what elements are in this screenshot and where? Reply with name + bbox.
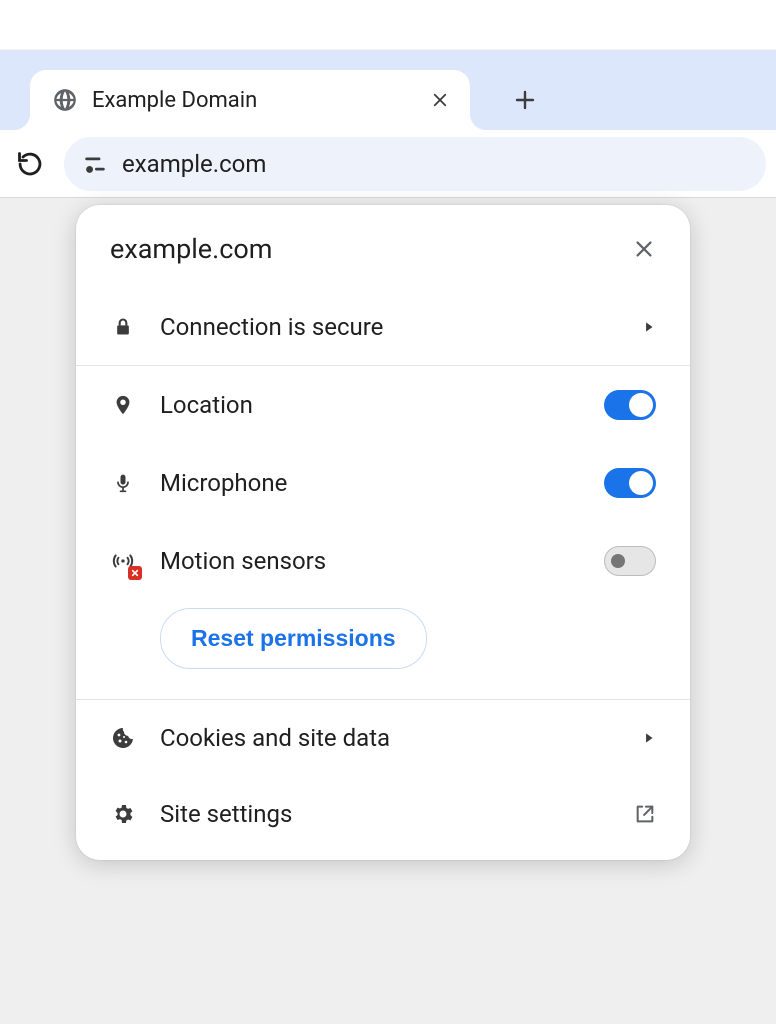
globe-icon (52, 87, 78, 113)
popup-close-button[interactable] (630, 235, 658, 263)
motion-sensors-toggle[interactable] (604, 546, 656, 576)
window-top-blank (0, 0, 776, 50)
permission-row-microphone: Microphone (76, 444, 690, 522)
new-tab-button[interactable] (500, 75, 550, 125)
tab-strip: Example Domain (0, 50, 776, 130)
cookies-label: Cookies and site data (160, 724, 618, 752)
permission-row-motion-sensors: Motion sensors (76, 522, 690, 600)
motion-sensors-icon (110, 548, 136, 574)
cookie-icon (110, 726, 136, 750)
content-area: example.com Connection is secure (0, 198, 776, 1024)
popup-title: example.com (110, 233, 272, 265)
connection-label: Connection is secure (160, 313, 618, 341)
microphone-toggle[interactable] (604, 468, 656, 498)
site-settings-row[interactable]: Site settings (76, 776, 690, 860)
lock-icon (110, 316, 136, 338)
gear-icon (110, 802, 136, 826)
popup-header: example.com (76, 205, 690, 289)
connection-row[interactable]: Connection is secure (76, 289, 690, 365)
permission-label: Motion sensors (160, 547, 580, 575)
location-pin-icon (110, 392, 136, 418)
microphone-icon (110, 470, 136, 496)
tab-close-button[interactable] (430, 90, 450, 110)
reset-permissions-wrap: Reset permissions (76, 600, 690, 699)
chevron-right-icon (642, 730, 656, 746)
browser-toolbar: example.com (0, 130, 776, 198)
reset-permissions-button[interactable]: Reset permissions (160, 608, 427, 669)
site-settings-label: Site settings (160, 800, 610, 828)
browser-tab[interactable]: Example Domain (30, 70, 470, 130)
cookies-row[interactable]: Cookies and site data (76, 700, 690, 776)
tab-title: Example Domain (92, 88, 416, 113)
site-info-popup: example.com Connection is secure (76, 205, 690, 860)
permission-label: Location (160, 391, 580, 419)
open-external-icon (634, 803, 656, 825)
chevron-right-icon (642, 319, 656, 335)
site-tune-icon[interactable] (82, 151, 108, 177)
permission-row-location: Location (76, 366, 690, 444)
location-toggle[interactable] (604, 390, 656, 420)
reload-button[interactable] (10, 144, 50, 184)
omnibox-url: example.com (122, 150, 266, 178)
blocked-badge-icon (128, 566, 142, 580)
omnibox[interactable]: example.com (64, 137, 766, 191)
permission-label: Microphone (160, 469, 580, 497)
